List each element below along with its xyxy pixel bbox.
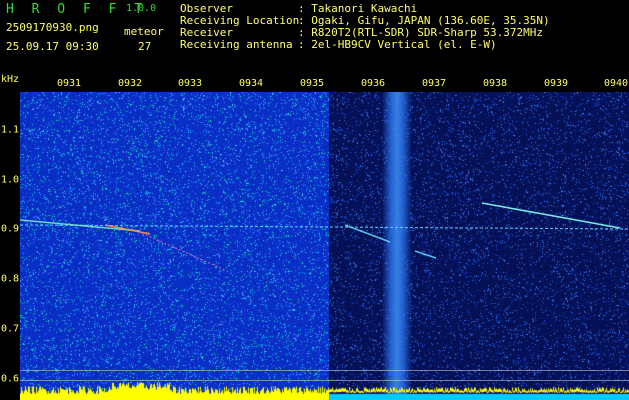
frequency-label: 0.6 (1, 373, 20, 385)
signal-level-bars (20, 92, 629, 400)
meteor-count: 27 (138, 40, 152, 53)
frequency-label: 1.1 (1, 124, 20, 136)
time-label: 0933 (177, 78, 203, 89)
time-label: 0932 (117, 78, 143, 89)
time-label: 0938 (482, 78, 508, 89)
time-label: 0936 (360, 78, 386, 89)
frequency-label: 0.9 (1, 223, 20, 235)
time-label: 0940 (603, 78, 629, 89)
info-key: Receiving antenna (180, 38, 293, 51)
header-panel: H R O F F T 1.0.0 2509170930.png 25.09.1… (0, 0, 629, 74)
frequency-unit: kHz (1, 74, 20, 85)
info-value: : 2el-HB9CV Vertical (el. E-W) (298, 38, 497, 51)
time-label: 0934 (238, 78, 264, 89)
time-label: 0937 (421, 78, 447, 89)
frequency-label: 0.7 (1, 323, 20, 335)
hrofft-window: H R O F F T 1.0.0 2509170930.png 25.09.1… (0, 0, 629, 400)
spectrogram (20, 92, 629, 400)
time-label: 0939 (543, 78, 569, 89)
time-axis: 0931 0932 0933 0934 0935 0936 0937 0938 … (20, 78, 629, 92)
frequency-label: 0.8 (1, 273, 20, 285)
date-time: 25.09.17 09:30 (6, 40, 99, 53)
app-version: 1.0.0 (126, 3, 157, 14)
file-name: 2509170930.png (6, 21, 99, 34)
meteor-label: meteor (124, 25, 164, 38)
info-row-antenna: Receiving antenna : 2el-HB9CV Vertical (… (180, 39, 550, 51)
time-label: 0935 (299, 78, 325, 89)
station-info: Observer : Takanori Kawachi Receiving Lo… (180, 3, 550, 51)
frequency-axis: kHz 1.1 1.0 0.9 0.8 0.7 0.6 (0, 74, 20, 400)
time-label: 0931 (56, 78, 82, 89)
frequency-label: 1.0 (1, 174, 20, 186)
